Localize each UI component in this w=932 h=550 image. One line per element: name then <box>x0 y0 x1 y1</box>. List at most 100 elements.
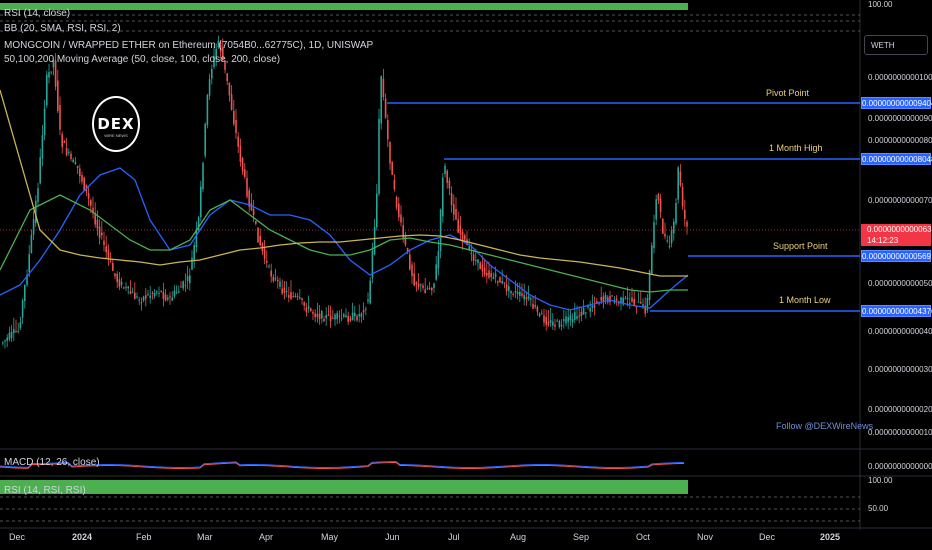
candle-body <box>657 194 660 201</box>
symbol-title: MONGCOIN / WRAPPED ETHER on Ethereum (70… <box>4 40 374 51</box>
candle-body <box>136 296 138 298</box>
candle-body <box>50 71 52 73</box>
candle-body <box>153 293 156 297</box>
candle-body <box>679 171 682 186</box>
macd-label: MACD (12, 26, close) <box>4 457 100 468</box>
month-low-label: 1 Month Low <box>779 295 831 305</box>
candle-body <box>149 295 151 298</box>
candle-body <box>72 159 74 163</box>
candle-body <box>329 315 332 322</box>
time-axis-label: Nov <box>697 532 714 542</box>
candle-body <box>277 279 279 282</box>
candle-body <box>321 311 323 319</box>
candle-body <box>65 147 68 156</box>
candle-body <box>640 302 642 304</box>
candle-body <box>21 300 24 318</box>
candle-body <box>488 270 490 278</box>
watermark: Follow @DEXWireNews <box>776 421 874 431</box>
candle-body <box>483 267 486 275</box>
candle-body <box>241 158 244 172</box>
candle-body <box>503 282 506 284</box>
candle-body <box>279 281 281 287</box>
candle-body <box>81 174 83 182</box>
candle-body <box>268 265 270 267</box>
candle-body <box>389 141 391 164</box>
logo-subtext: WIRE NEWS <box>104 133 128 138</box>
candle-body <box>481 264 484 272</box>
candle-body <box>226 73 228 82</box>
candle-body <box>233 110 235 125</box>
price-axis-label: 0.000000000000000 <box>868 462 932 471</box>
candle-body <box>567 317 569 322</box>
time-axis-label: Mar <box>197 532 213 542</box>
candle-body <box>510 290 512 294</box>
candle-body <box>98 226 101 238</box>
candle-body <box>288 295 290 298</box>
candle-body <box>200 186 202 218</box>
price-chart[interactable] <box>0 0 932 550</box>
candle-body <box>151 292 154 294</box>
bar-countdown: 14:12:23 <box>867 236 899 245</box>
candle-body <box>435 264 437 280</box>
candle-body <box>373 227 376 255</box>
candle-body <box>312 311 314 314</box>
candle-body <box>382 78 385 98</box>
time-axis-label: Aug <box>510 532 527 542</box>
candle-body <box>255 220 257 224</box>
candle-body <box>593 305 596 308</box>
candle-body <box>171 297 173 301</box>
candle-body <box>521 293 523 296</box>
candle-body <box>508 286 510 291</box>
candle-body <box>184 284 187 286</box>
candle-body <box>134 292 136 300</box>
candle-body <box>422 285 424 288</box>
candle-body <box>560 325 563 327</box>
candle-body <box>631 297 633 302</box>
candle-body <box>356 316 358 321</box>
candle-body <box>369 280 371 304</box>
price-axis-label: 100.00 <box>868 0 893 9</box>
current-price-value: 0.000000000006337 <box>867 225 932 234</box>
candle-body <box>563 319 565 322</box>
candle-body <box>519 291 521 296</box>
candle-body <box>303 302 305 306</box>
candle-body <box>457 219 459 233</box>
candle-body <box>569 315 572 321</box>
candle-body <box>378 118 380 194</box>
candle-body <box>354 312 356 317</box>
candle-body <box>543 315 545 323</box>
candle-body <box>681 187 684 207</box>
candle-body <box>301 298 303 301</box>
candle-body <box>558 320 561 328</box>
candle-body <box>576 316 578 319</box>
candle-body <box>633 298 635 306</box>
candle-body <box>191 257 193 270</box>
candle-body <box>600 297 602 301</box>
candle-body <box>666 240 668 242</box>
candle-body <box>30 234 33 253</box>
time-axis-label: 2025 <box>820 532 841 542</box>
candle-body <box>615 298 618 301</box>
candle-body <box>653 222 655 249</box>
candle-body <box>118 279 121 287</box>
time-axis-label: Jul <box>448 532 460 542</box>
candle-body <box>57 80 59 111</box>
candle-body <box>585 312 587 314</box>
rsi-axis-label: 50.00 <box>868 504 889 513</box>
candle-body <box>158 292 160 294</box>
candle-body <box>334 314 336 320</box>
candle-body <box>477 259 479 264</box>
candle-body <box>475 260 477 262</box>
candle-body <box>409 254 411 270</box>
candle-body <box>186 276 189 282</box>
candle-body <box>580 311 583 317</box>
candle-body <box>105 246 107 253</box>
time-axis-label: Apr <box>259 532 274 542</box>
ma-legend: 50,100,200 Moving Average (50, close, 10… <box>4 54 281 65</box>
candle-body <box>63 141 66 143</box>
candle-body <box>420 284 422 286</box>
candle-body <box>626 297 629 299</box>
quote-symbol-box[interactable]: WETH <box>864 35 928 55</box>
candle-body <box>237 136 239 147</box>
candle-body <box>411 264 413 276</box>
